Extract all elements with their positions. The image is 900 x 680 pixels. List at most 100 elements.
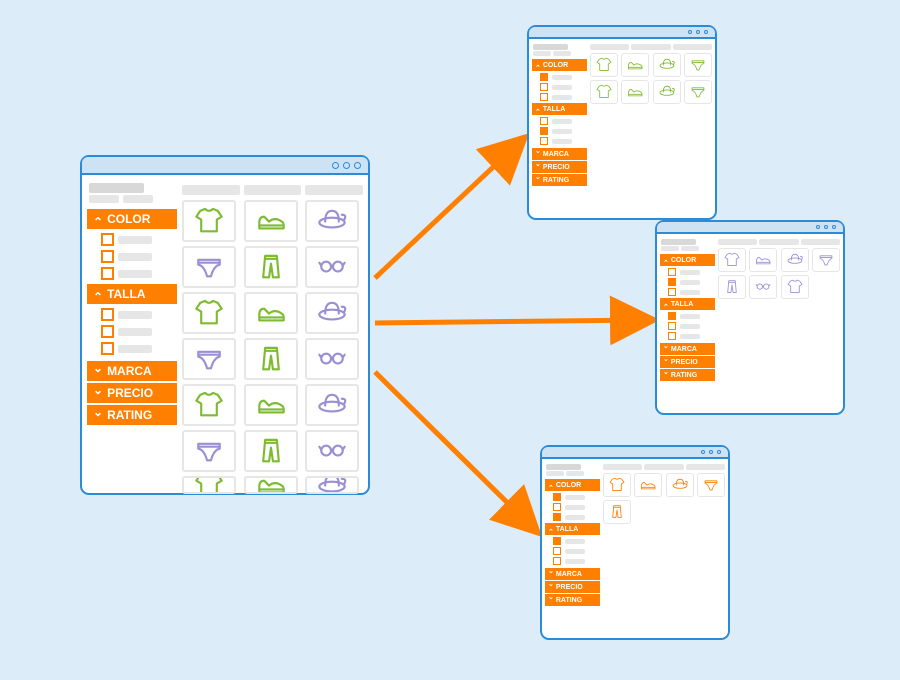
product-briefs-icon[interactable] (812, 248, 840, 272)
product-grid (603, 473, 725, 524)
product-glasses-icon[interactable] (305, 338, 359, 380)
product-briefs-icon[interactable] (684, 80, 712, 104)
checkbox[interactable] (553, 503, 561, 511)
product-shoe-icon[interactable] (749, 248, 777, 272)
checkbox[interactable] (553, 513, 561, 521)
facet-precio[interactable]: PRECIO (532, 161, 587, 173)
facet-color[interactable]: COLOR (87, 209, 177, 229)
product-tshirt-icon[interactable] (182, 476, 236, 494)
checkbox[interactable] (540, 137, 548, 145)
facet-rating[interactable]: RATING (532, 174, 587, 186)
facet-color[interactable]: COLOR (532, 59, 587, 71)
facet-label: COLOR (107, 212, 150, 226)
product-pants-icon[interactable] (244, 430, 298, 472)
product-shoe-icon[interactable] (244, 200, 298, 242)
product-pants-icon[interactable] (603, 500, 631, 524)
facet-marca[interactable]: MARCA (660, 343, 715, 355)
checkbox[interactable] (101, 267, 114, 280)
checkbox[interactable] (553, 547, 561, 555)
checkbox[interactable] (101, 308, 114, 321)
product-shoe-icon[interactable] (634, 473, 662, 497)
product-hat-icon[interactable] (666, 473, 694, 497)
product-hat-icon[interactable] (781, 248, 809, 272)
product-shoe-icon[interactable] (621, 53, 649, 77)
checkbox[interactable] (101, 250, 114, 263)
facet-marca[interactable]: MARCA (532, 148, 587, 160)
chevron-down-icon (535, 163, 541, 171)
facet-talla[interactable]: TALLA (87, 284, 177, 304)
product-briefs-icon[interactable] (182, 430, 236, 472)
product-hat-icon[interactable] (305, 384, 359, 426)
chevron-down-icon (93, 408, 103, 422)
facet-rating[interactable]: RATING (87, 405, 177, 425)
checkbox[interactable] (540, 83, 548, 91)
title-placeholder (89, 183, 144, 193)
product-glasses-icon[interactable] (749, 275, 777, 299)
facet-sidebar: COLOR TALLA MARCA PRECIO RATING (660, 237, 715, 381)
product-tshirt-icon[interactable] (718, 248, 746, 272)
product-shoe-icon[interactable] (244, 384, 298, 426)
product-glasses-icon[interactable] (305, 430, 359, 472)
option-placeholder (118, 311, 152, 319)
checkbox[interactable] (553, 537, 561, 545)
product-hat-icon[interactable] (653, 80, 681, 104)
checkbox[interactable] (540, 117, 548, 125)
checkbox[interactable] (540, 93, 548, 101)
facet-precio[interactable]: PRECIO (545, 581, 600, 593)
checkbox[interactable] (553, 493, 561, 501)
facet-marca[interactable]: MARCA (545, 568, 600, 580)
checkbox[interactable] (101, 342, 114, 355)
option-placeholder (118, 328, 152, 336)
product-briefs-icon[interactable] (697, 473, 725, 497)
product-briefs-icon[interactable] (182, 338, 236, 380)
product-grid (718, 248, 840, 299)
product-tshirt-icon[interactable] (603, 473, 631, 497)
facet-precio[interactable]: PRECIO (87, 383, 177, 403)
product-tshirt-icon[interactable] (590, 53, 618, 77)
facet-rating[interactable]: RATING (545, 594, 600, 606)
checkbox[interactable] (668, 332, 676, 340)
checkbox[interactable] (540, 127, 548, 135)
checkbox[interactable] (540, 73, 548, 81)
product-shoe-icon[interactable] (244, 292, 298, 334)
product-tshirt-icon[interactable] (590, 80, 618, 104)
checkbox[interactable] (101, 233, 114, 246)
product-pants-icon[interactable] (244, 338, 298, 380)
facet-talla[interactable]: TALLA (545, 523, 600, 535)
checkbox[interactable] (668, 312, 676, 320)
product-shoe-icon[interactable] (621, 80, 649, 104)
product-hat-icon[interactable] (305, 200, 359, 242)
checkbox[interactable] (668, 278, 676, 286)
product-tshirt-icon[interactable] (182, 384, 236, 426)
facet-label: TALLA (556, 526, 578, 533)
facet-marca[interactable]: MARCA (87, 361, 177, 381)
product-hat-icon[interactable] (653, 53, 681, 77)
checkbox[interactable] (101, 325, 114, 338)
facet-rating[interactable]: RATING (660, 369, 715, 381)
product-tshirt-icon[interactable] (182, 200, 236, 242)
browser-window-main: COLOR TALLA MARCA PRECIO (80, 155, 370, 495)
chevron-down-icon (663, 358, 669, 366)
product-pants-icon[interactable] (718, 275, 746, 299)
checkbox[interactable] (668, 268, 676, 276)
product-tshirt-icon[interactable] (182, 292, 236, 334)
checkbox[interactable] (553, 557, 561, 565)
facet-sidebar: COLOR TALLA MARCA PRECIO RATING (532, 42, 587, 186)
facet-color[interactable]: COLOR (545, 479, 600, 491)
chevron-down-icon (548, 596, 554, 604)
facet-color[interactable]: COLOR (660, 254, 715, 266)
checkbox[interactable] (668, 322, 676, 330)
product-pants-icon[interactable] (244, 246, 298, 288)
facet-talla[interactable]: TALLA (532, 103, 587, 115)
product-tshirt-icon[interactable] (781, 275, 809, 299)
nav-placeholder (89, 195, 177, 203)
facet-talla[interactable]: TALLA (660, 298, 715, 310)
facet-precio[interactable]: PRECIO (660, 356, 715, 368)
product-glasses-icon[interactable] (305, 246, 359, 288)
product-briefs-icon[interactable] (684, 53, 712, 77)
product-shoe-icon[interactable] (244, 476, 298, 494)
product-hat-icon[interactable] (305, 292, 359, 334)
product-hat-icon[interactable] (305, 476, 359, 494)
checkbox[interactable] (668, 288, 676, 296)
product-briefs-icon[interactable] (182, 246, 236, 288)
